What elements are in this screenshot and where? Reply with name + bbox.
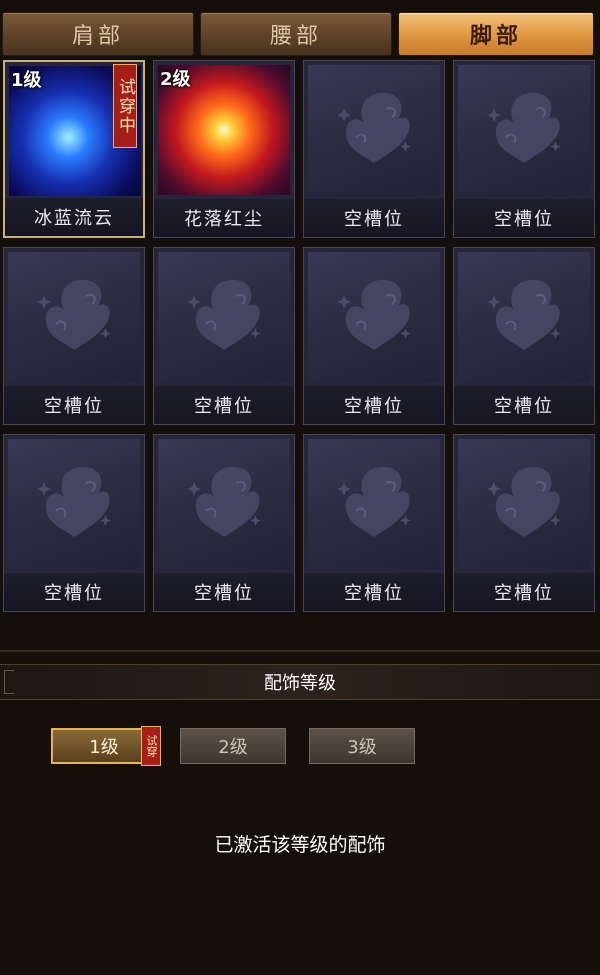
butterfly-placeholder-icon	[37, 279, 111, 350]
butterfly-placeholder-icon	[337, 92, 411, 163]
slot-label: 空槽位	[154, 386, 294, 424]
level-badge: 2级	[160, 69, 191, 90]
accessory-slot[interactable]: 2级花落红尘	[153, 60, 295, 238]
empty-slot[interactable]: 空槽位	[453, 60, 595, 238]
slot-label: 空槽位	[4, 386, 144, 424]
tab-shoulder[interactable]: 肩部	[2, 12, 194, 56]
slot-label: 空槽位	[304, 386, 444, 424]
tab-waist[interactable]: 腰部	[200, 12, 392, 56]
butterfly-placeholder-icon	[487, 92, 561, 163]
slot-art	[458, 252, 590, 382]
slot-label: 空槽位	[454, 573, 594, 611]
accessory-grid: 1级 试穿中 冰蓝流云 2级 花落红尘 空槽位 空槽位 空槽位 空槽位 空槽位 空槽位 空槽位 空槽位空…	[3, 60, 597, 616]
butterfly-placeholder-icon	[337, 466, 411, 537]
butterfly-placeholder-icon	[187, 466, 261, 537]
slot-art	[308, 65, 440, 195]
level-3-button[interactable]: 3级	[309, 728, 415, 764]
tab-feet[interactable]: 脚部	[398, 12, 594, 56]
slot-label: 空槽位	[4, 573, 144, 611]
trial-tag: 试穿中	[113, 64, 137, 148]
slot-label: 空槽位	[454, 199, 594, 237]
slot-art	[308, 439, 440, 569]
slot-art	[8, 439, 140, 569]
divider	[0, 650, 600, 652]
slot-art	[308, 252, 440, 382]
slot-label: 空槽位	[454, 386, 594, 424]
empty-slot[interactable]: 空槽位	[303, 60, 445, 238]
accessory-slot[interactable]: 1级 试穿中冰蓝流云	[3, 60, 145, 238]
level-2-label: 2级	[218, 737, 248, 758]
slot-art	[8, 252, 140, 382]
butterfly-placeholder-icon	[37, 466, 111, 537]
empty-slot[interactable]: 空槽位	[453, 247, 595, 425]
butterfly-placeholder-icon	[487, 466, 561, 537]
slot-art	[158, 439, 290, 569]
slot-art	[158, 252, 290, 382]
empty-slot[interactable]: 空槽位	[3, 247, 145, 425]
trial-badge: 试穿	[141, 726, 161, 766]
butterfly-placeholder-icon	[337, 279, 411, 350]
empty-slot[interactable]: 空槽位	[303, 434, 445, 612]
level-section-title: 配饰等级	[264, 673, 336, 694]
empty-slot[interactable]: 空槽位	[153, 434, 295, 612]
activation-status: 已激活该等级的配饰	[214, 834, 386, 856]
level-1-button[interactable]: 1级 试穿	[51, 726, 161, 766]
empty-slot[interactable]: 空槽位	[153, 247, 295, 425]
butterfly-placeholder-icon	[187, 279, 261, 350]
header-ornament	[4, 670, 14, 694]
slot-label: 空槽位	[304, 573, 444, 611]
slot-art	[458, 65, 590, 195]
slot-label: 空槽位	[154, 573, 294, 611]
slot-label: 冰蓝流云	[5, 198, 143, 236]
level-3-label: 3级	[347, 737, 377, 758]
slot-label: 花落红尘	[154, 199, 294, 237]
slot-label: 空槽位	[304, 199, 444, 237]
slot-category-tabs: 肩部 腰部 脚部	[0, 12, 600, 58]
level-1-label: 1级	[89, 737, 119, 758]
empty-slot[interactable]: 空槽位	[303, 247, 445, 425]
empty-slot[interactable]: 空槽位	[3, 434, 145, 612]
empty-slot[interactable]: 空槽位	[453, 434, 595, 612]
butterfly-placeholder-icon	[487, 279, 561, 350]
level-badge: 1级	[11, 70, 42, 91]
slot-art	[458, 439, 590, 569]
level-section-header: 配饰等级	[0, 664, 600, 700]
level-2-button[interactable]: 2级	[180, 728, 286, 764]
